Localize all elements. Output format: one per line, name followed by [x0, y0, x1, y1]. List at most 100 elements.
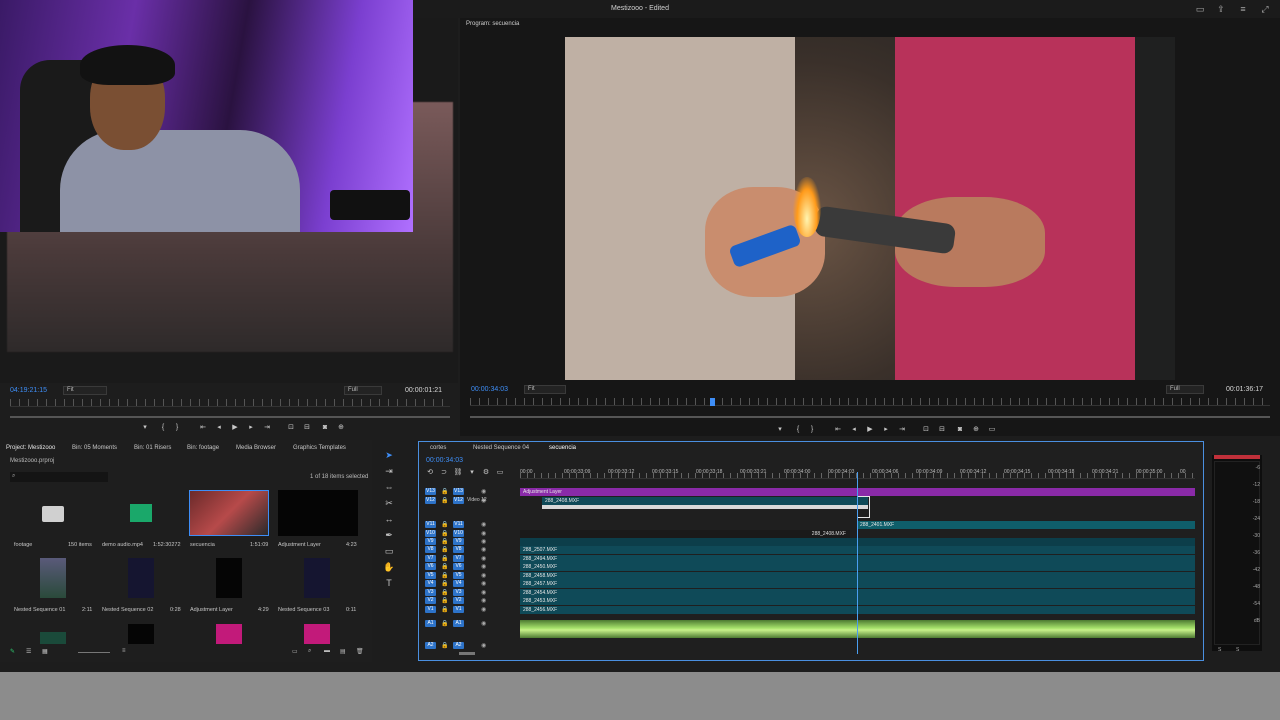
tab-media-browser[interactable]: Media Browser — [236, 445, 276, 451]
track-source-a2[interactable]: A2 — [453, 642, 464, 649]
type-tool-icon[interactable]: T — [383, 577, 395, 589]
eye-icon[interactable]: ◉ — [481, 488, 486, 495]
timeline-playhead[interactable] — [857, 472, 858, 654]
out-point-icon[interactable]: } — [172, 423, 182, 433]
meter-solo-button[interactable]: S — [1236, 647, 1239, 653]
eye-icon[interactable]: ◉ — [481, 521, 486, 528]
lock-icon[interactable]: 🔒 — [441, 572, 448, 579]
source-scrub-bar[interactable] — [10, 416, 450, 418]
track-target-v6[interactable]: V6 — [425, 563, 436, 570]
track-select-tool-icon[interactable]: ⇥ — [383, 465, 395, 477]
overwrite-icon[interactable]: ⊟ — [302, 423, 312, 433]
nested-02-thumb[interactable] — [128, 558, 154, 598]
new-item-icon[interactable]: ▤ — [340, 648, 346, 655]
new-bin-icon[interactable]: ▬ — [324, 648, 330, 654]
tab-bin-footage[interactable]: Bin: footage — [187, 445, 219, 451]
zoom-slider[interactable] — [78, 652, 110, 653]
lock-icon[interactable]: 🔒 — [441, 546, 448, 553]
insert-icon[interactable]: ⊡ — [286, 423, 296, 433]
trash-icon[interactable]: 🗑 — [356, 648, 364, 655]
tab-project[interactable]: Project: Mestizooo — [6, 445, 55, 451]
track-target-v9[interactable]: V9 — [425, 538, 436, 545]
lock-icon[interactable]: 🔒 — [441, 580, 448, 587]
track-source-v4[interactable]: V4 — [453, 580, 464, 587]
tab-bin-moments[interactable]: Bin: 05 Moments — [72, 445, 117, 451]
play-icon[interactable]: ▶ — [230, 423, 240, 433]
step-forward-icon[interactable]: ▸ — [881, 425, 891, 435]
eye-icon[interactable]: ◉ — [481, 538, 486, 545]
eye-icon[interactable]: ◉ — [481, 563, 486, 570]
track-target-a2[interactable]: A2 — [425, 642, 436, 649]
razor-tool-icon[interactable]: ✂ — [383, 497, 395, 509]
track-target-v10[interactable]: V10 — [425, 530, 436, 537]
step-back-icon[interactable]: ◂ — [214, 423, 224, 433]
program-time-ruler[interactable] — [470, 398, 1270, 406]
tab-cortes[interactable]: cortes — [430, 445, 446, 451]
nest-icon[interactable]: ⟲ — [425, 468, 435, 478]
tab-secuencia[interactable]: secuencia — [549, 445, 576, 451]
clip-2408-b[interactable]: 288_2408.MXF — [520, 530, 850, 538]
go-to-out-icon[interactable]: ⇥ — [262, 423, 272, 433]
clip-selection-box[interactable] — [857, 496, 870, 518]
hand-tool-icon[interactable]: ✋ — [383, 561, 395, 573]
tab-nested-04[interactable]: Nested Sequence 04 — [473, 445, 529, 451]
lock-icon[interactable]: 🔒 — [441, 642, 448, 649]
track-source-v10[interactable]: V10 — [453, 530, 464, 537]
track-source-v2[interactable]: V2 — [453, 597, 464, 604]
eye-icon[interactable]: ◉ — [481, 546, 486, 553]
track-source-a1[interactable]: A1 — [453, 620, 464, 627]
tab-graphics-templates[interactable]: Graphics Templates — [293, 445, 346, 451]
rectangle-tool-icon[interactable]: ▭ — [383, 545, 395, 557]
sort-icon[interactable]: ≡ — [122, 648, 126, 654]
lock-icon[interactable]: 🔒 — [441, 530, 448, 537]
go-to-in-icon[interactable]: ⇤ — [198, 423, 208, 433]
thumb-row3-c[interactable] — [216, 624, 242, 644]
button-editor-icon[interactable]: ⊕ — [336, 423, 346, 433]
track-target-v1[interactable]: V1 — [425, 606, 436, 613]
lock-icon[interactable]: 🔒 — [441, 620, 448, 627]
extract-icon[interactable]: ⊟ — [937, 425, 947, 435]
audio-thumb[interactable] — [100, 490, 180, 536]
go-to-in-icon[interactable]: ⇤ — [833, 425, 843, 435]
track-target-v12[interactable]: V12 — [425, 497, 436, 504]
timeline-timecode[interactable]: 00:00:34:03 — [426, 457, 463, 464]
track-source-v6[interactable]: V6 — [453, 563, 464, 570]
timeline-zoom-scrollbar[interactable] — [459, 652, 475, 655]
track-source-v9[interactable]: V9 — [453, 538, 464, 545]
source-fit-select[interactable]: Fit — [63, 386, 107, 395]
add-marker-icon[interactable]: ▾ — [467, 468, 477, 478]
lock-icon[interactable]: 🔒 — [441, 538, 448, 545]
clip-2408-a[interactable]: 288_2408.MXF — [542, 497, 868, 505]
thumb-row3-a[interactable] — [40, 632, 66, 644]
in-point-icon[interactable]: { — [158, 423, 168, 433]
track-source-v12[interactable]: V12 — [453, 497, 464, 504]
track-source-v11[interactable]: V11 — [453, 521, 464, 528]
lock-icon[interactable]: 🔒 — [441, 589, 448, 596]
go-to-out-icon[interactable]: ⇥ — [897, 425, 907, 435]
track-target-v2[interactable]: V2 — [425, 597, 436, 604]
marker-icon[interactable]: ▾ — [775, 425, 785, 435]
nested-01-thumb[interactable] — [40, 558, 66, 598]
lock-icon[interactable]: 🔒 — [441, 497, 448, 504]
track-source-v3[interactable]: V3 — [453, 589, 464, 596]
eye-icon[interactable]: ◉ — [481, 606, 486, 613]
out-point-icon[interactable]: } — [807, 425, 817, 435]
thumb-row3-d[interactable] — [304, 624, 330, 644]
track-target-v3[interactable]: V3 — [425, 589, 436, 596]
slip-tool-icon[interactable]: ↔ — [383, 513, 395, 525]
safe-margins-icon[interactable]: ▭ — [987, 425, 997, 435]
lock-icon[interactable]: 🔒 — [441, 563, 448, 570]
track-target-v8[interactable]: V8 — [425, 546, 436, 553]
pen-tool-icon[interactable]: ✒ — [383, 529, 395, 541]
track-target-a1[interactable]: A1 — [425, 620, 436, 627]
program-timecode[interactable]: 00:00:34:03 — [471, 386, 508, 393]
camera-icon[interactable]: ◙ — [320, 423, 330, 433]
track-target-v4[interactable]: V4 — [425, 580, 436, 587]
comparison-icon[interactable]: ⊕ — [971, 425, 981, 435]
program-full-select[interactable]: Full — [1166, 385, 1204, 394]
captions-icon[interactable]: ▭ — [495, 468, 505, 478]
adjustment-2-thumb[interactable] — [216, 558, 242, 598]
tab-bin-risers[interactable]: Bin: 01 Risers — [134, 445, 171, 451]
eye-icon[interactable]: ◉ — [481, 589, 486, 596]
program-scrub-bar[interactable] — [470, 416, 1270, 418]
